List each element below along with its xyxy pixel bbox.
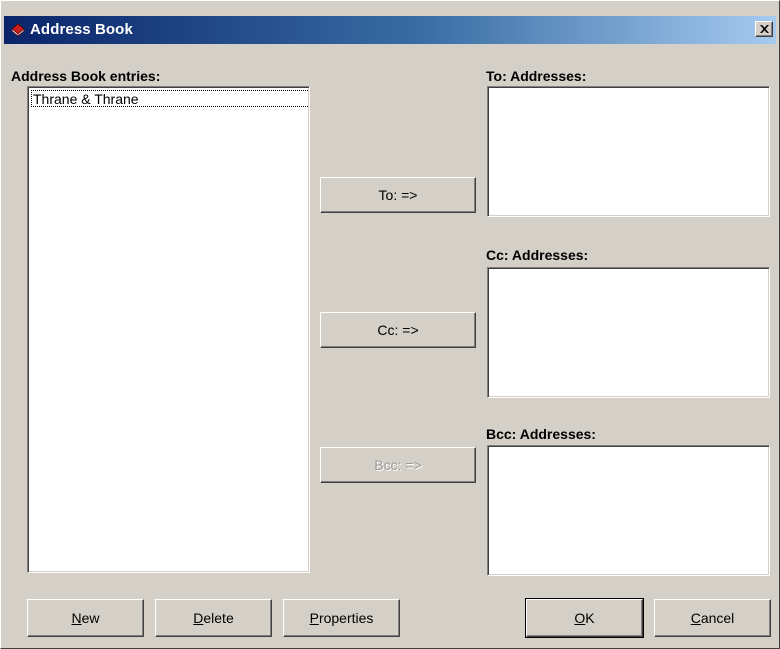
ok-button-label: K — [585, 610, 595, 626]
new-button-label: ew — [81, 610, 100, 626]
list-item[interactable]: Thrane & Thrane — [31, 90, 309, 107]
properties-button-accel: P — [309, 610, 319, 626]
properties-button-label: roperties — [318, 610, 374, 626]
close-button[interactable] — [755, 21, 773, 37]
ok-button-accel: O — [574, 610, 586, 626]
cc-transfer-label: Cc: => — [377, 322, 419, 338]
cc-addresses-label: Cc: Addresses: — [486, 247, 589, 263]
window-title: Address Book — [30, 21, 133, 38]
red-book-icon — [11, 23, 25, 37]
to-addresses-label: To: Addresses: — [486, 68, 587, 84]
cc-addresses-listbox[interactable] — [487, 267, 770, 398]
properties-button[interactable]: Properties — [283, 599, 400, 637]
delete-button[interactable]: Delete — [155, 599, 272, 637]
cancel-button-label: ancel — [700, 610, 735, 626]
to-addresses-listbox[interactable] — [487, 86, 770, 217]
cancel-button[interactable]: Cancel — [654, 599, 771, 637]
title-bar[interactable]: Address Book — [4, 16, 776, 44]
bcc-transfer-button[interactable]: Bcc: => — [320, 447, 476, 483]
entries-label: Address Book entries: — [11, 68, 161, 84]
bcc-addresses-label: Bcc: Addresses: — [486, 426, 596, 442]
cc-transfer-button[interactable]: Cc: => — [320, 312, 476, 348]
entries-listbox[interactable]: Thrane & Thrane — [27, 86, 310, 573]
cancel-button-accel: C — [690, 610, 701, 626]
ok-button[interactable]: OK — [525, 598, 644, 638]
delete-button-label: elete — [203, 610, 234, 626]
new-button[interactable]: New — [27, 599, 144, 637]
delete-button-accel: D — [193, 610, 204, 626]
to-transfer-button[interactable]: To: => — [320, 177, 476, 213]
to-transfer-label: To: => — [378, 187, 418, 203]
bcc-addresses-listbox[interactable] — [487, 445, 770, 576]
address-book-dialog: Address Book Address Book entries: Thran… — [0, 0, 780, 649]
close-icon — [760, 25, 769, 33]
bcc-transfer-label: Bcc: => — [374, 457, 422, 473]
new-button-accel: N — [71, 610, 82, 626]
